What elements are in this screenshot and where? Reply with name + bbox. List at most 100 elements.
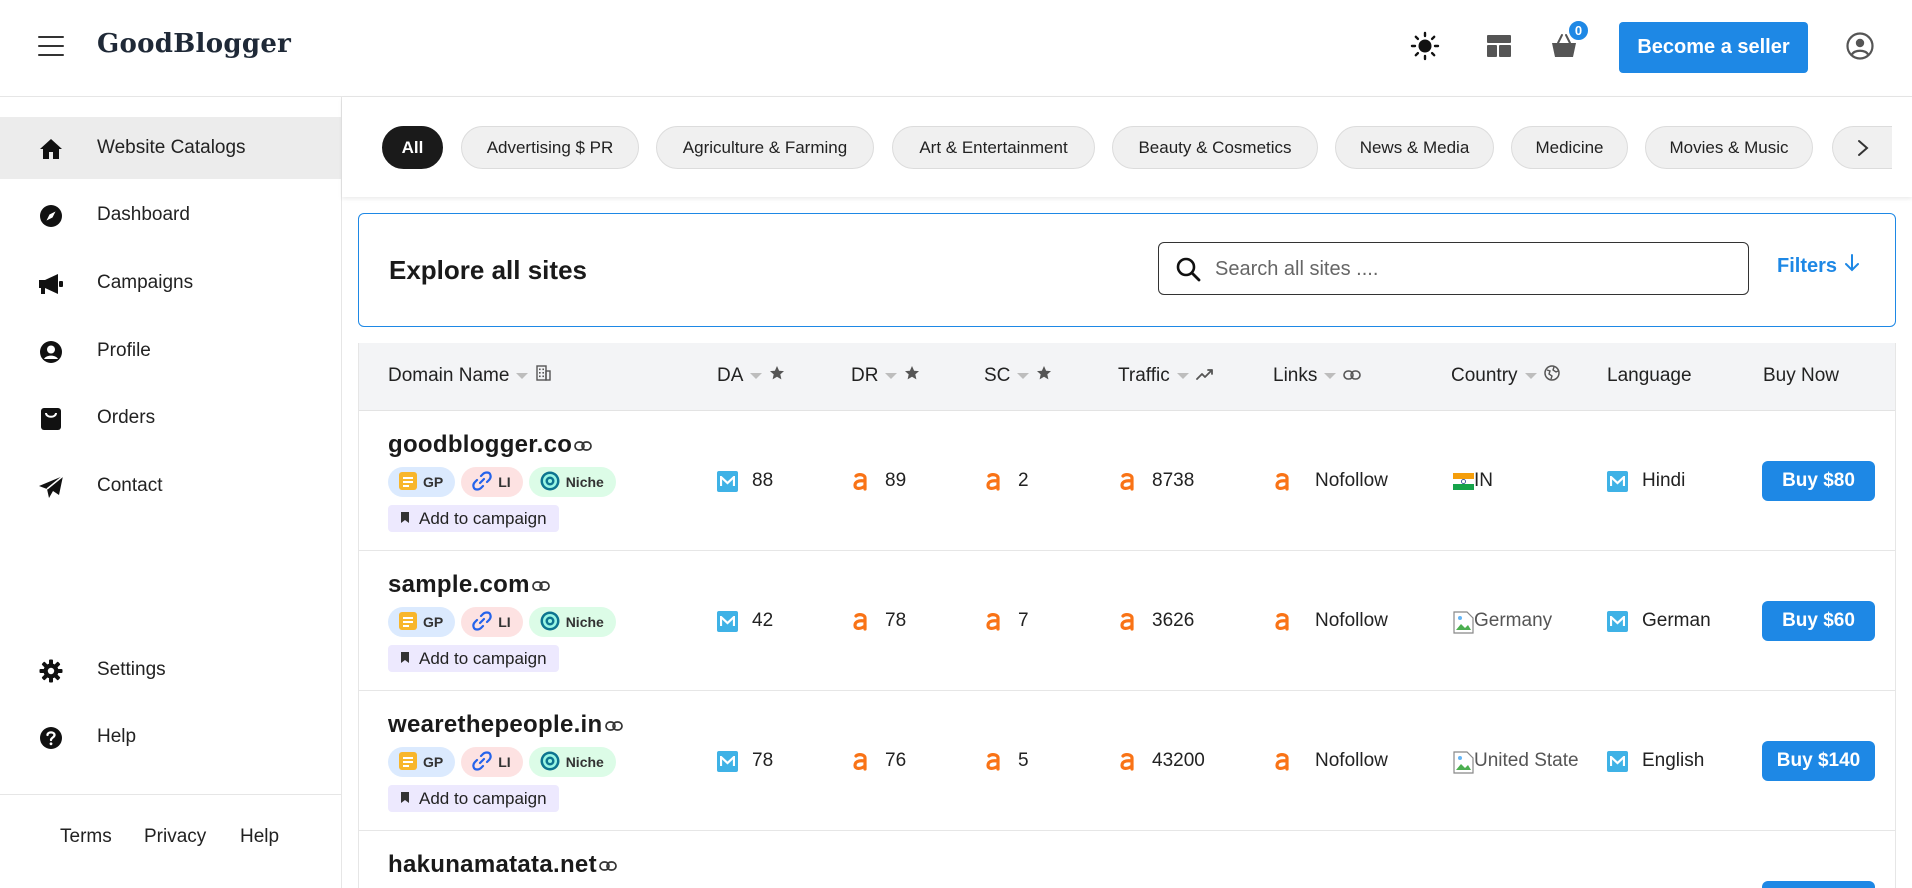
external-link-icon[interactable] <box>574 431 593 459</box>
search-box[interactable] <box>1158 242 1749 295</box>
sort-caret-icon[interactable] <box>1176 373 1189 379</box>
sort-caret-icon[interactable] <box>1324 373 1337 379</box>
sort-caret-icon[interactable] <box>1017 373 1030 379</box>
sidebar-item-help[interactable]: Help <box>0 706 341 768</box>
note-icon <box>398 751 418 774</box>
theme-toggle-sun-icon[interactable] <box>1408 29 1442 63</box>
target-icon <box>539 750 561 775</box>
sidebar-item-orders[interactable]: Orders <box>0 387 341 449</box>
sort-caret-icon[interactable] <box>750 373 763 379</box>
category-chip[interactable]: Movies & Music <box>1645 126 1813 169</box>
column-links[interactable]: Links <box>1273 365 1362 387</box>
sort-caret-icon[interactable] <box>516 373 529 379</box>
column-buy-now: Buy Now <box>1763 365 1839 387</box>
domain-link[interactable]: sample.com <box>388 571 530 599</box>
app-logo[interactable]: GoodBlogger <box>97 29 291 59</box>
external-link-icon[interactable] <box>599 851 617 879</box>
sidebar-item-campaigns[interactable]: Campaigns <box>0 252 341 314</box>
da-value: 78 <box>752 750 774 771</box>
explore-panel: Explore all sites Filters <box>358 213 1896 327</box>
external-link-icon[interactable] <box>604 711 623 739</box>
ahrefs-logo-icon <box>984 471 1004 492</box>
country-value: Germany <box>1474 610 1553 631</box>
domain-name[interactable]: sample.com <box>388 571 550 599</box>
domain-name[interactable]: goodblogger.co <box>388 431 593 459</box>
user-account-icon[interactable] <box>1843 29 1877 63</box>
category-chip[interactable]: Art & Entertainment <box>892 126 1095 169</box>
metric-da: 78 <box>717 747 773 775</box>
category-chip[interactable]: Medicine <box>1511 126 1628 169</box>
buy-button[interactable]: Buy $60 <box>1762 601 1875 641</box>
add-to-campaign-button[interactable]: Add to campaign <box>388 785 559 812</box>
buy-button[interactable]: Buy $80 <box>1762 461 1875 501</box>
globe-icon <box>1543 365 1560 387</box>
user-circle-icon <box>38 339 64 365</box>
ahrefs-logo-icon <box>851 471 871 492</box>
language-cell: German <box>1607 607 1711 635</box>
filters-button[interactable]: Filters <box>1777 254 1860 278</box>
external-link-icon[interactable] <box>531 571 550 599</box>
domain-link[interactable]: hakunamatata.net <box>388 851 597 879</box>
column-dr[interactable]: DR <box>851 365 920 387</box>
country-cell: IN <box>1453 467 1493 495</box>
column-label: Buy Now <box>1763 365 1840 386</box>
moz-logo-icon <box>1607 470 1628 492</box>
domain-link[interactable]: wearethepeople.in <box>388 711 603 739</box>
become-seller-button[interactable]: Become a seller <box>1619 22 1808 73</box>
scroll-right-chevron-icon[interactable] <box>1832 126 1892 169</box>
tag-label: LI <box>498 754 511 770</box>
chain-link-icon <box>471 470 493 495</box>
column-label: Country <box>1451 365 1518 386</box>
category-chip[interactable]: Advertising $ PR <box>461 126 639 169</box>
tag-li: LI <box>461 467 523 497</box>
search-icon <box>1175 256 1201 287</box>
sidebar-divider <box>0 794 341 795</box>
tag-gp: GP <box>388 467 456 497</box>
sidebar-item-dashboard[interactable]: Dashboard <box>0 184 341 246</box>
privacy-link[interactable]: Privacy <box>144 826 206 848</box>
category-chip[interactable]: News & Media <box>1335 126 1494 169</box>
table-row: goodblogger.co GP LI Niche Add to campai… <box>359 411 1895 551</box>
ahrefs-logo-icon <box>1118 471 1138 492</box>
column-traffic[interactable]: Traffic <box>1118 365 1214 387</box>
sidebar-item-settings[interactable]: Settings <box>0 639 341 701</box>
ahrefs-logo-icon <box>984 611 1004 632</box>
sort-caret-icon[interactable] <box>1524 373 1537 379</box>
dr-value: 76 <box>885 750 907 771</box>
table-row: sample.com GP LI Niche Add to campaign 4… <box>359 551 1895 691</box>
add-to-campaign-button[interactable]: Add to campaign <box>388 505 559 532</box>
terms-link[interactable]: Terms <box>60 826 112 848</box>
star-icon <box>1036 365 1052 387</box>
ahrefs-logo-icon <box>1273 751 1293 772</box>
footer-help-link[interactable]: Help <box>240 826 279 848</box>
buy-button[interactable]: Buy $140 <box>1762 741 1875 781</box>
column-da[interactable]: DA <box>717 365 785 387</box>
gear-icon <box>38 658 64 684</box>
ahrefs-logo-icon <box>984 751 1004 772</box>
domain-name[interactable]: hakunamatata.net <box>388 851 617 879</box>
sidebar-item-label: Settings <box>97 659 166 680</box>
domain-link[interactable]: goodblogger.co <box>388 431 572 459</box>
table-row: hakunamatata.net <box>359 831 1895 888</box>
column-domain[interactable]: Domain Name <box>388 365 552 387</box>
hamburger-menu-icon[interactable] <box>38 36 64 56</box>
domain-name[interactable]: wearethepeople.in <box>388 711 623 739</box>
column-country[interactable]: Country <box>1451 365 1560 387</box>
language-cell: English <box>1607 747 1704 775</box>
sort-caret-icon[interactable] <box>885 373 898 379</box>
buy-button[interactable] <box>1762 881 1875 888</box>
layout-grid-icon[interactable] <box>1482 29 1516 63</box>
search-input[interactable] <box>1215 253 1735 285</box>
column-sc[interactable]: SC <box>984 365 1052 387</box>
cart-count-badge: 0 <box>1567 19 1590 42</box>
table-row: wearethepeople.in GP LI Niche Add to cam… <box>359 691 1895 831</box>
tag-gp: GP <box>388 607 456 637</box>
sidebar-item-website-catalogs[interactable]: Website Catalogs <box>0 117 341 179</box>
add-to-campaign-button[interactable]: Add to campaign <box>388 645 559 672</box>
sidebar-item-contact[interactable]: Contact <box>0 455 341 517</box>
category-chip[interactable]: Agriculture & Farming <box>656 126 874 169</box>
category-chip[interactable]: Beauty & Cosmetics <box>1112 126 1318 169</box>
sidebar-item-profile[interactable]: Profile <box>0 320 341 382</box>
category-chip-all[interactable]: All <box>382 126 443 169</box>
country-value: IN <box>1474 470 1493 491</box>
